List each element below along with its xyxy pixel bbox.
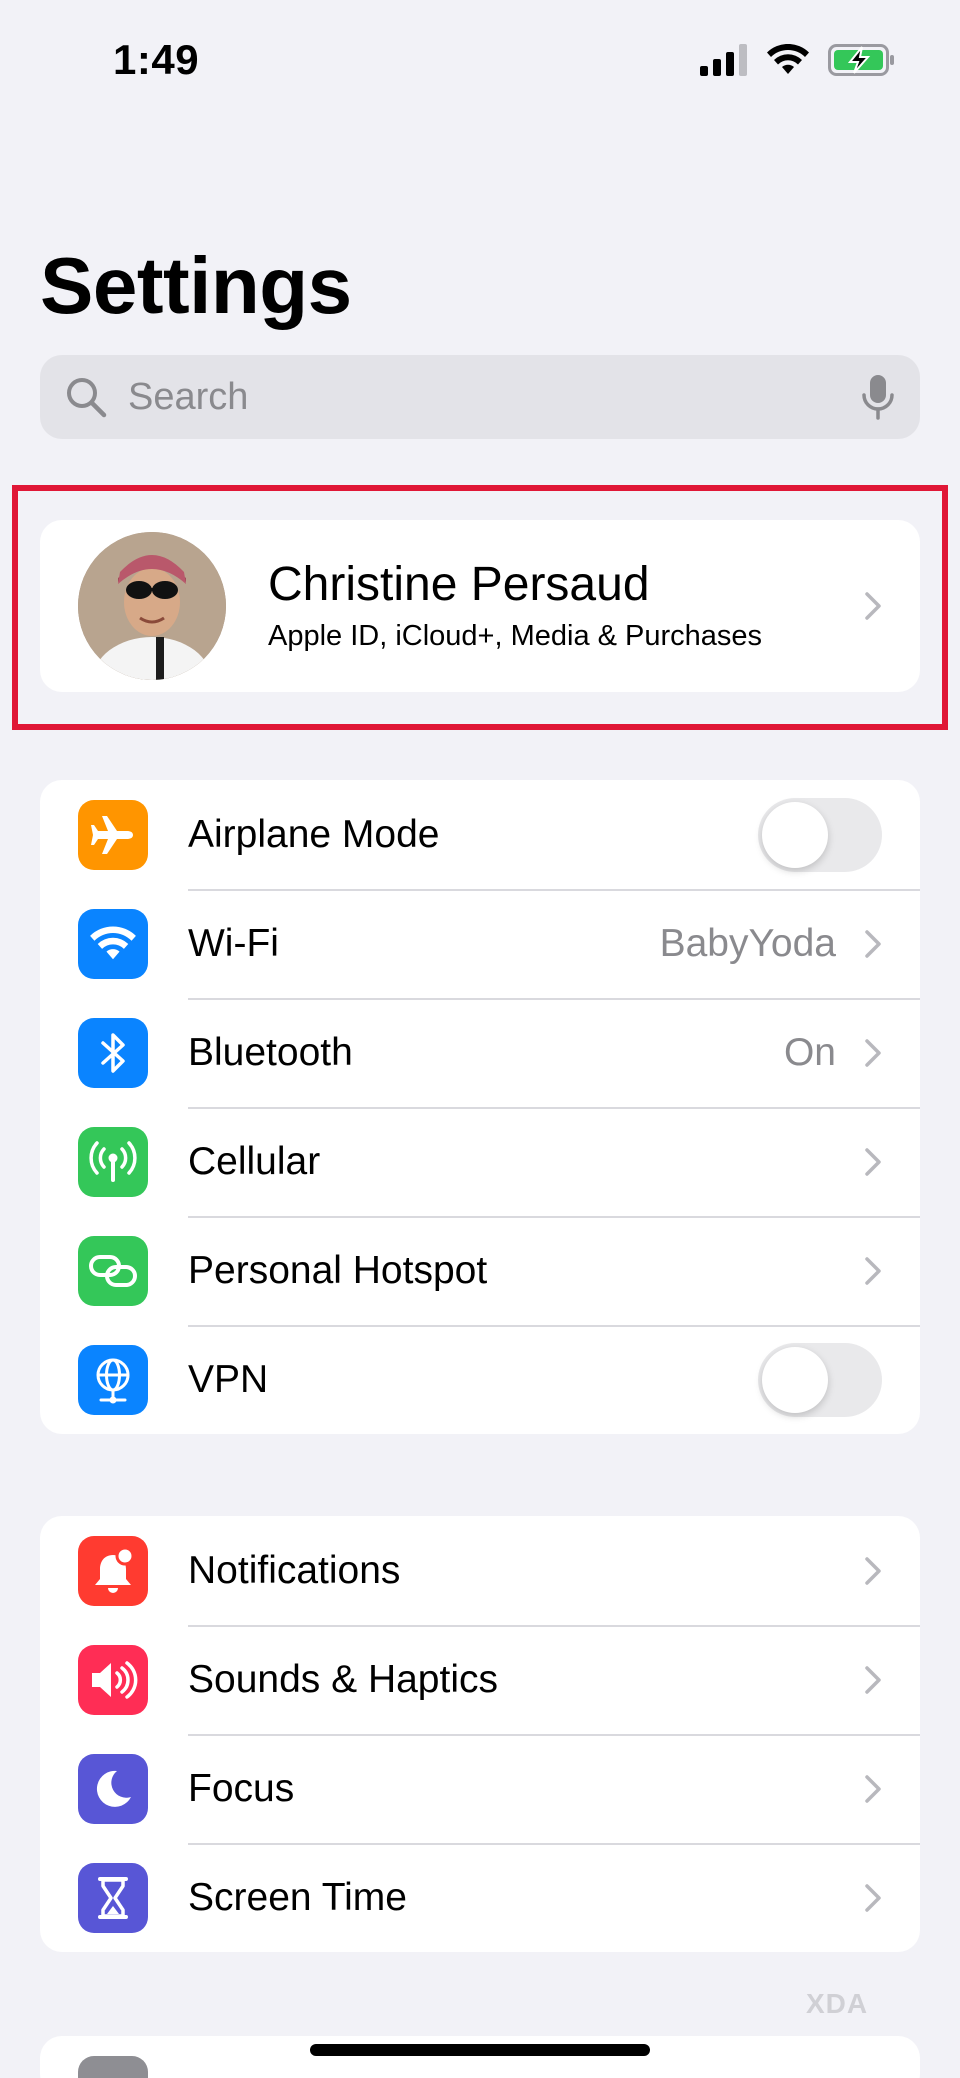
gear-icon [78,2056,148,2078]
chevron-right-icon [865,592,881,620]
hourglass-icon [78,1862,148,1933]
row-label: Personal Hotspot [188,1248,488,1292]
wifi-icon [767,44,809,74]
home-indicator[interactable] [310,2044,650,2056]
wifi-network-value: BabyYoda [659,921,836,965]
row-label: VPN [188,1357,269,1401]
search-icon [67,378,107,418]
xda-watermark: XDA [806,1988,869,2019]
row-label: Bluetooth [188,1030,353,1074]
chevron-right-icon [865,1665,881,1694]
status-time: 1:49 [113,36,200,83]
battery-charging-icon [828,44,894,76]
speaker-icon [78,1644,148,1715]
settings-row-general-partial[interactable] [40,2036,920,2078]
row-label: Wi-Fi [188,921,279,965]
microphone-icon[interactable] [860,373,896,421]
row-label: Screen Time [188,1875,407,1919]
chevron-right-icon [865,1774,881,1803]
search-bar[interactable] [40,355,920,439]
settings-row-notifications[interactable]: Notifications [40,1516,920,1625]
chevron-right-icon [865,1556,881,1585]
airplane-mode-toggle[interactable] [758,797,882,872]
antenna-icon [78,1126,148,1197]
airplane-icon [78,799,148,870]
notifications-group: Notifications Sounds & Haptics Focus Scr… [40,1516,920,1952]
search-input[interactable] [128,375,850,419]
status-bar: 1:49 [0,0,960,120]
cellular-signal-icon [700,44,747,76]
connectivity-group: Airplane Mode Wi-Fi BabyYoda Bluetooth O… [40,780,920,1434]
settings-row-sounds-haptics[interactable]: Sounds & Haptics [40,1625,920,1734]
settings-row-screen-time[interactable]: Screen Time [40,1843,920,1952]
settings-row-bluetooth[interactable]: Bluetooth On [40,998,920,1107]
apple-id-card[interactable]: Christine Persaud Apple ID, iCloud+, Med… [40,520,920,692]
row-label: Sounds & Haptics [188,1657,499,1701]
chevron-right-icon [865,929,881,958]
general-group-partial [40,2036,920,2078]
wifi-icon [78,908,148,979]
row-label: Notifications [188,1548,401,1592]
bluetooth-icon [78,1017,148,1088]
settings-row-cellular[interactable]: Cellular [40,1107,920,1216]
link-icon [78,1235,148,1306]
avatar [78,532,226,680]
profile-subtitle: Apple ID, iCloud+, Media & Purchases [268,620,763,652]
row-label: Cellular [188,1139,321,1183]
settings-row-focus[interactable]: Focus [40,1734,920,1843]
settings-row-airplane-mode[interactable]: Airplane Mode [40,780,920,889]
settings-row-personal-hotspot[interactable]: Personal Hotspot [40,1216,920,1325]
moon-icon [78,1753,148,1824]
bluetooth-status-value: On [783,1030,836,1074]
chevron-right-icon [865,1147,881,1176]
globe-icon [78,1344,148,1415]
vpn-toggle[interactable] [758,1342,882,1417]
row-label: Focus [188,1766,295,1810]
status-icons [700,44,896,76]
row-label: Airplane Mode [188,812,440,856]
chevron-right-icon [865,1256,881,1285]
chevron-right-icon [865,1883,881,1912]
settings-row-vpn[interactable]: VPN [40,1325,920,1434]
settings-row-wifi[interactable]: Wi-Fi BabyYoda [40,889,920,998]
chevron-right-icon [865,1038,881,1067]
page-title: Settings [40,241,352,330]
profile-name: Christine Persaud [268,558,650,611]
bell-icon [78,1535,148,1606]
